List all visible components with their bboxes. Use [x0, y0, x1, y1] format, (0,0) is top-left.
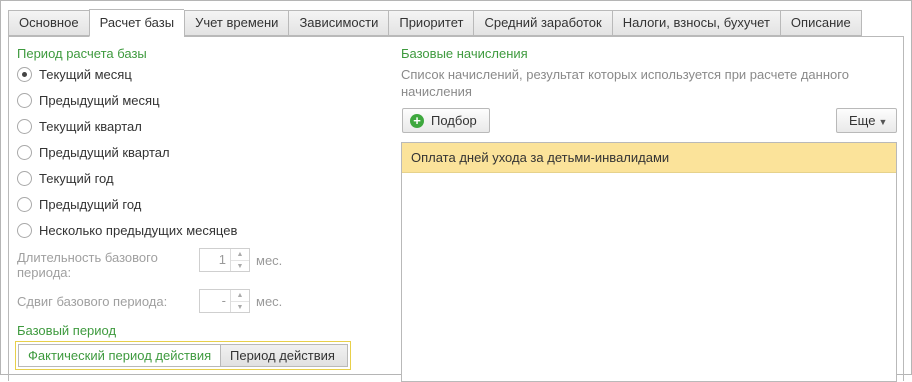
shift-stepper[interactable]: - ▲ ▼	[199, 289, 250, 313]
radio-label: Текущий квартал	[39, 118, 142, 134]
more-button-label: Еще	[849, 113, 876, 128]
radio-label: Предыдущий месяц	[39, 92, 160, 108]
accruals-title: Базовые начисления	[401, 46, 528, 61]
radio-current-month[interactable]: Текущий месяц	[17, 65, 132, 83]
shift-value[interactable]: -	[200, 290, 230, 312]
radio-current-quarter[interactable]: Текущий квартал	[17, 117, 142, 135]
tab-base-calculation[interactable]: Расчет базы	[88, 9, 185, 37]
tab-priority[interactable]: Приоритет	[388, 10, 474, 36]
tab-time-accounting[interactable]: Учет времени	[184, 10, 289, 36]
base-period-validity-option[interactable]: Период действия	[221, 344, 348, 367]
base-period-switch: Фактический период действия Период дейст…	[15, 341, 351, 370]
stepper-up-icon[interactable]: ▲	[231, 290, 249, 302]
tab-main[interactable]: Основное	[8, 10, 89, 36]
duration-stepper[interactable]: 1 ▲ ▼	[199, 248, 250, 272]
tab-dependencies[interactable]: Зависимости	[288, 10, 389, 36]
radio-button-icon[interactable]	[17, 118, 32, 134]
list-item[interactable]: Оплата дней ухода за детьми-инвалидами	[402, 143, 896, 173]
select-button[interactable]: + Подбор	[402, 108, 490, 133]
radio-button-icon[interactable]	[17, 170, 32, 186]
duration-unit: мес.	[256, 253, 283, 268]
tab-bar: Основное Расчет базы Учет времени Зависи…	[8, 9, 862, 37]
base-period-actual-option[interactable]: Фактический период действия	[18, 344, 221, 367]
radio-label: Предыдущий квартал	[39, 144, 170, 160]
duration-value[interactable]: 1	[200, 249, 230, 271]
stepper-up-icon[interactable]: ▲	[231, 249, 249, 261]
select-button-label: Подбор	[431, 113, 477, 128]
radio-button-icon[interactable]	[17, 92, 32, 108]
stepper-down-icon[interactable]: ▼	[231, 261, 249, 272]
radio-previous-year[interactable]: Предыдущий год	[17, 195, 141, 213]
radio-label: Текущий год	[39, 170, 114, 186]
chevron-down-icon: ▼	[878, 117, 888, 127]
shift-unit: мес.	[256, 294, 283, 309]
radio-button-icon[interactable]	[17, 196, 32, 212]
accruals-list[interactable]: Оплата дней ухода за детьми-инвалидами	[401, 142, 897, 382]
more-button[interactable]: Еще ▼	[836, 108, 897, 133]
radio-label: Текущий месяц	[39, 66, 132, 82]
tab-description[interactable]: Описание	[779, 10, 862, 36]
radio-current-year[interactable]: Текущий год	[17, 169, 114, 187]
duration-label: Длительность базового периода:	[17, 250, 158, 280]
radio-button-icon[interactable]	[17, 144, 32, 160]
tab-taxes[interactable]: Налоги, взносы, бухучет	[611, 10, 780, 36]
radio-previous-month[interactable]: Предыдущий месяц	[17, 91, 160, 109]
radio-label: Предыдущий год	[39, 196, 142, 212]
radio-button-icon[interactable]	[17, 66, 32, 82]
tab-average-earnings[interactable]: Средний заработок	[473, 10, 612, 36]
base-period-title: Базовый период	[17, 323, 117, 338]
stepper-down-icon[interactable]: ▼	[231, 302, 249, 313]
radio-button-icon[interactable]	[17, 222, 32, 238]
radio-previous-quarter[interactable]: Предыдущий квартал	[17, 143, 170, 161]
add-icon: +	[410, 114, 424, 128]
radio-label: Несколько предыдущих месяцев	[39, 222, 238, 238]
radio-several-previous-months[interactable]: Несколько предыдущих месяцев	[17, 221, 237, 239]
period-section-title: Период расчета базы	[17, 46, 147, 61]
accruals-description: Список начислений, результат которых исп…	[401, 67, 849, 99]
shift-label: Сдвиг базового периода:	[17, 294, 168, 309]
